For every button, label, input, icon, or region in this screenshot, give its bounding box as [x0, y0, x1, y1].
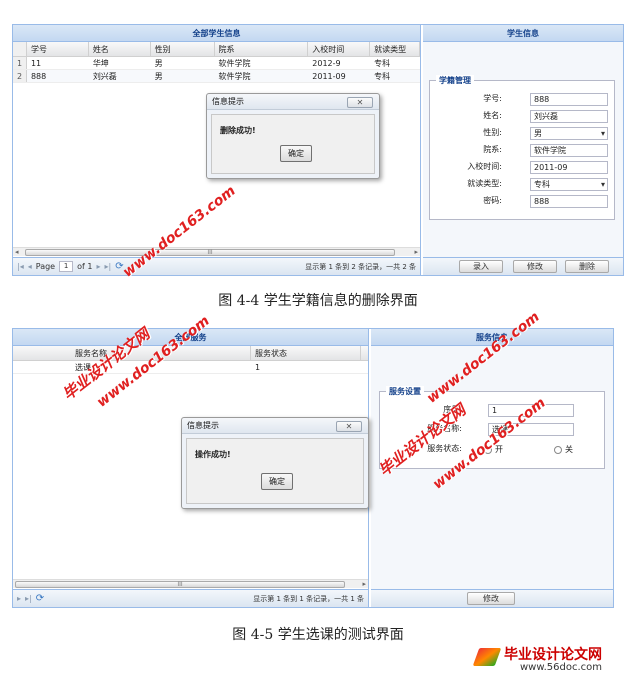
refresh-icon[interactable]: ⟳: [36, 590, 44, 608]
fieldset-legend: 服务设置: [386, 386, 424, 397]
dialog-message: 操作成功!: [195, 450, 231, 459]
next-page-icon[interactable]: ▸: [96, 258, 100, 276]
button-bar: 修改: [371, 589, 613, 607]
ok-button[interactable]: 确定: [280, 145, 312, 162]
scrollbar-thumb[interactable]: III: [25, 249, 395, 256]
rownum-header: [13, 42, 27, 56]
row-number: 1: [13, 57, 27, 69]
field-label-type: 就读类型:: [467, 179, 502, 188]
field-label-password: 密码:: [483, 196, 502, 205]
cell-name: 刘兴磊: [92, 72, 117, 81]
edit-button[interactable]: 修改: [467, 592, 515, 605]
site-logo: 毕业设计论文网 www.56doc.com: [472, 644, 626, 674]
gender-select[interactable]: 男: [530, 127, 608, 140]
grid-header: 服务名称 服务状态: [13, 346, 368, 361]
field-label-gender: 性别:: [483, 128, 502, 137]
dialog-message: 删除成功!: [220, 126, 256, 135]
cell-gender: 男: [154, 72, 163, 81]
dialog-body: 操作成功! 确定: [186, 438, 364, 504]
column-header-dept[interactable]: 院系: [215, 42, 309, 56]
next-page-icon[interactable]: ▸: [17, 590, 21, 608]
field-label-name: 姓名:: [483, 111, 502, 120]
first-page-icon[interactable]: |◂: [17, 258, 24, 276]
cell-type: 专科: [374, 72, 391, 81]
prev-page-icon[interactable]: ◂: [28, 258, 32, 276]
paging-status: 显示第 1 条到 1 条记录，一共 1 条: [253, 594, 364, 603]
cell-gender: 男: [154, 59, 163, 68]
field-label-id: 学号:: [483, 94, 502, 103]
dept-field[interactable]: 软件学院: [530, 144, 608, 157]
button-bar: 录入 修改 删除: [423, 257, 623, 275]
field-label-dept: 院系:: [483, 145, 502, 154]
horizontal-scrollbar[interactable]: ◂ III ▸: [13, 247, 420, 256]
cell-service-status: 1: [255, 363, 261, 372]
table-row[interactable]: 1 11 华坤 男 软件学院 2012-9 专科: [13, 57, 420, 70]
scrollbar-thumb[interactable]: III: [15, 581, 345, 588]
last-page-icon[interactable]: ▸|: [25, 590, 32, 608]
table-row[interactable]: 选课 1: [13, 361, 368, 374]
page-label: Page: [35, 261, 56, 271]
close-icon[interactable]: ✕: [347, 97, 373, 108]
panel-title: 全部学生信息: [13, 25, 420, 42]
figure-caption-2: 图 4-5 学生选课的测试界面: [232, 627, 404, 643]
delete-success-dialog: 信息提示 ✕ 删除成功! 确定: [206, 93, 380, 179]
scroll-right-icon[interactable]: ▸: [414, 248, 418, 257]
cell-name: 华坤: [92, 59, 109, 68]
column-header-type[interactable]: 就读类型: [370, 42, 420, 56]
paging-toolbar: ▸ ▸| ⟳ 显示第 1 条到 1 条记录，一共 1 条: [13, 589, 368, 607]
last-page-icon[interactable]: ▸|: [104, 258, 111, 276]
delete-button[interactable]: 删除: [565, 260, 609, 273]
column-header-enroll[interactable]: 入校时间: [308, 42, 371, 56]
row-number: 2: [13, 70, 27, 82]
radio-off-label: 关: [565, 445, 573, 454]
add-button[interactable]: 录入: [459, 260, 503, 273]
cell-type: 专科: [374, 59, 391, 68]
enroll-date-field[interactable]: 2011-09: [530, 161, 608, 174]
column-header-gender[interactable]: 性别: [151, 42, 215, 56]
screenshot-student-delete: 全部学生信息 学号 姓名 性别 院系 入校时间 就读类型 1 11 华坤 男 软…: [12, 24, 624, 276]
page-of-label: of 1: [77, 261, 93, 271]
student-detail-panel: 学生信息 学籍管理 学号: 888 姓名: 刘兴磊 性别: 男 院系: 软件学院…: [423, 25, 623, 275]
field-label-enroll: 入校时间:: [467, 162, 502, 171]
column-header-id[interactable]: 学号: [27, 42, 89, 56]
scroll-right-icon[interactable]: ▸: [362, 580, 366, 589]
page-input[interactable]: 1: [59, 261, 74, 272]
logo-url: www.56doc.com: [520, 662, 603, 673]
grid-header: 学号 姓名 性别 院系 入校时间 就读类型: [13, 42, 420, 57]
cell-enroll: 2011-09: [312, 72, 346, 81]
radio-off[interactable]: 关: [554, 443, 573, 456]
logo-icon: [472, 648, 502, 666]
radio-off-icon[interactable]: [554, 445, 562, 454]
column-header-service-status[interactable]: 服务状态: [251, 346, 361, 360]
panel-title: 学生信息: [423, 25, 623, 42]
study-type-select[interactable]: 专科: [530, 178, 608, 191]
cell-dept: 软件学院: [218, 59, 251, 68]
service-detail-panel: 服务信息 服务设置 序号: 1 服务名称: 选课 服务状态: 开 关 修改: [371, 329, 613, 607]
close-icon[interactable]: ✕: [336, 421, 362, 432]
cell-id: 888: [30, 72, 47, 81]
student-id-field[interactable]: 888: [530, 93, 608, 106]
paging-status: 显示第 1 条到 2 条记录，一共 2 条: [305, 262, 416, 271]
horizontal-scrollbar[interactable]: III ▸: [13, 579, 368, 588]
operation-success-dialog: 信息提示 ✕ 操作成功! 确定: [181, 417, 369, 509]
paging-toolbar: |◂ ◂ Page 1 of 1 ▸ ▸| ⟳ 显示第 1 条到 2 条记录，一…: [13, 257, 420, 275]
dialog-body: 删除成功! 确定: [211, 114, 375, 174]
password-field[interactable]: 888: [530, 195, 608, 208]
ok-button[interactable]: 确定: [261, 473, 293, 490]
student-name-field[interactable]: 刘兴磊: [530, 110, 608, 123]
edit-button[interactable]: 修改: [513, 260, 557, 273]
figure-caption-1: 图 4-4 学生学籍信息的删除界面: [218, 293, 418, 309]
cell-id: 11: [30, 59, 42, 68]
table-row[interactable]: 2 888 刘兴磊 男 软件学院 2011-09 专科: [13, 70, 420, 83]
column-header-name[interactable]: 姓名: [89, 42, 151, 56]
fieldset-legend: 学籍管理: [436, 75, 474, 86]
scroll-grip: III: [177, 581, 183, 588]
fieldset-student: 学籍管理 学号: 888 姓名: 刘兴磊 性别: 男 院系: 软件学院 入校时间…: [429, 75, 615, 220]
cell-dept: 软件学院: [218, 72, 251, 81]
logo-title: 毕业设计论文网: [504, 647, 602, 663]
scroll-grip: III: [207, 249, 213, 256]
scroll-left-icon[interactable]: ◂: [15, 248, 19, 257]
cell-enroll: 2012-9: [312, 59, 341, 68]
